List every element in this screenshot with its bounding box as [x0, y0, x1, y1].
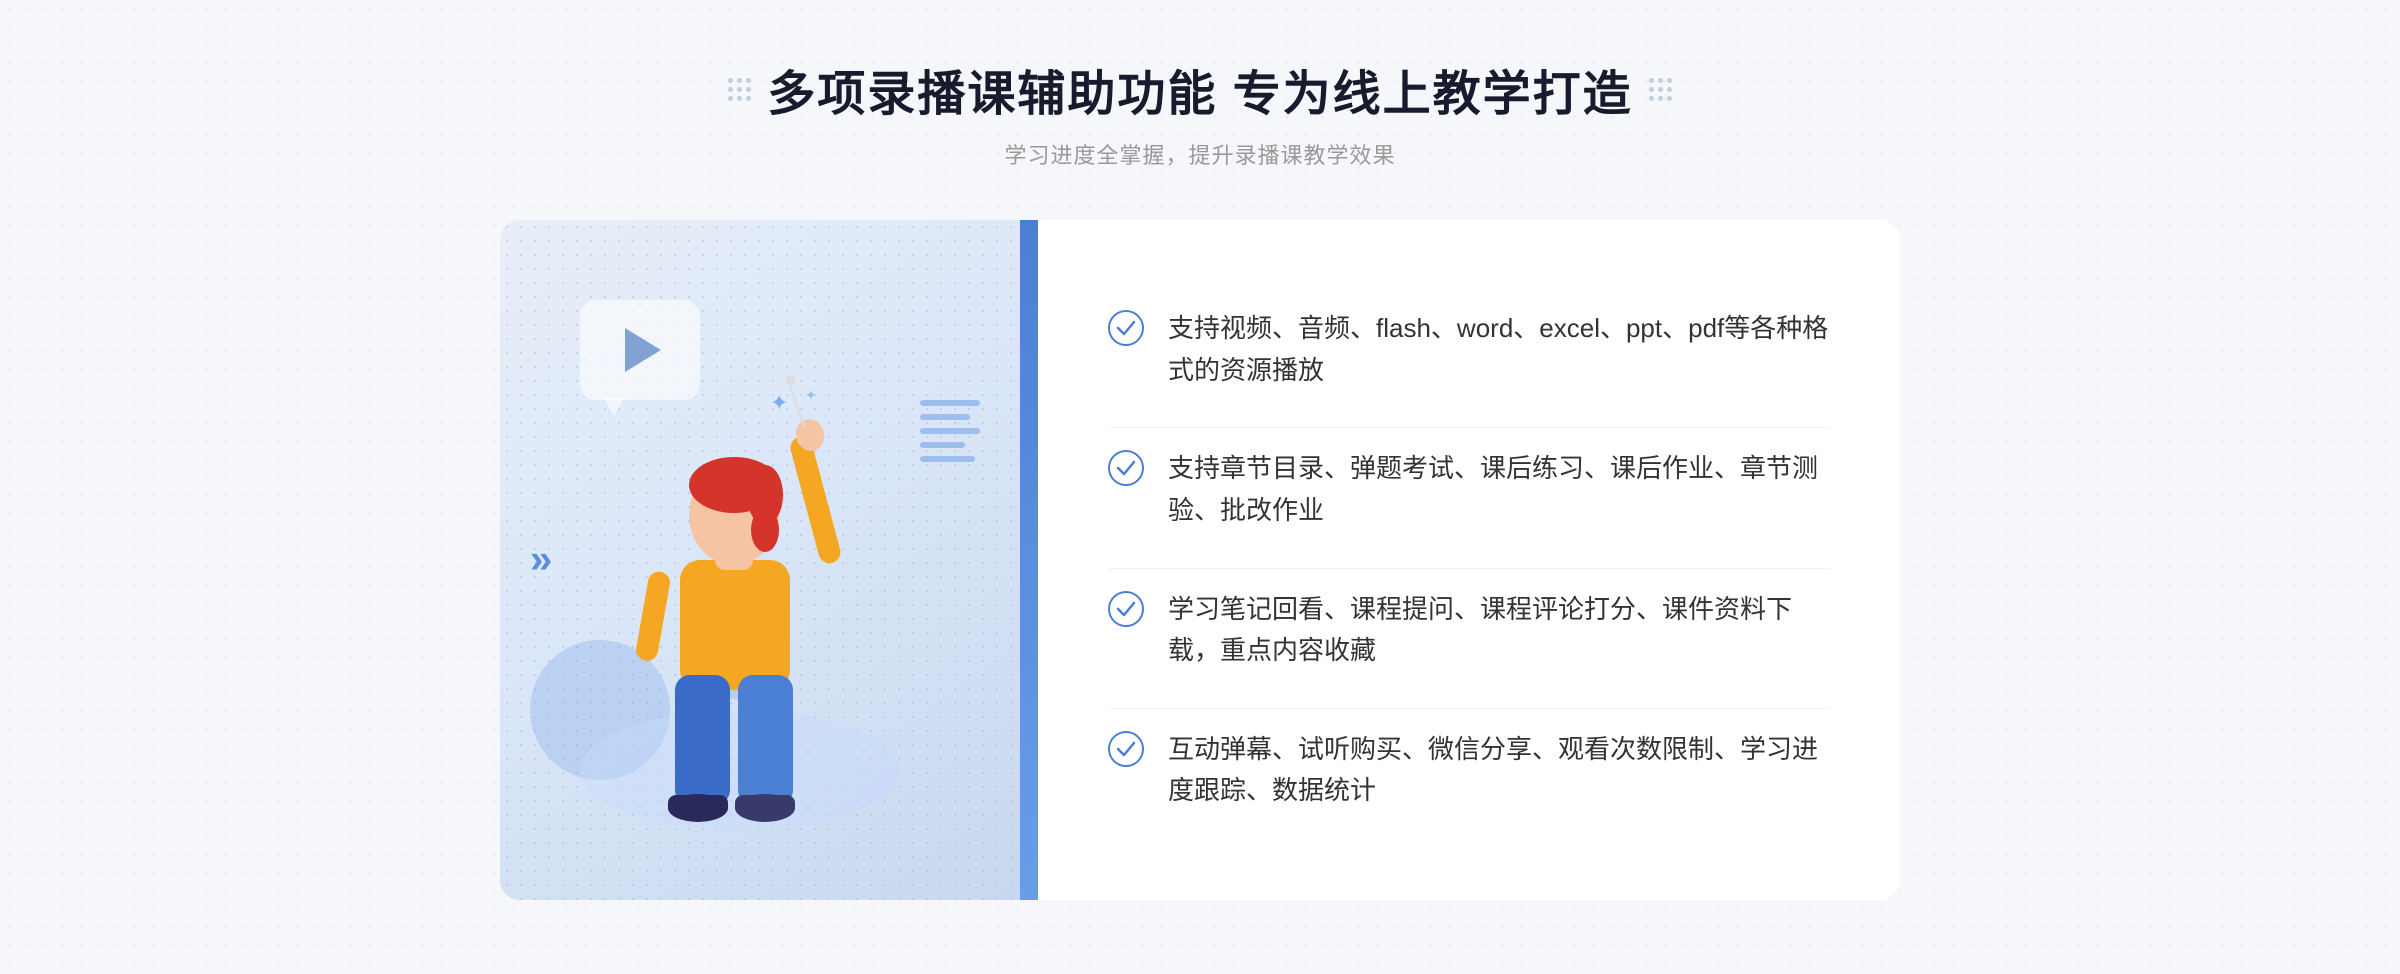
- check-icon-3: [1108, 591, 1144, 627]
- feature-item-3: 学习笔记回看、课程提问、课程评论打分、课件资料下载，重点内容收藏: [1108, 568, 1830, 692]
- check-icon-2: [1108, 450, 1144, 486]
- feature-text-4: 互动弹幕、试听购买、微信分享、观看次数限制、学习进度跟踪、数据统计: [1168, 729, 1830, 812]
- left-arrow-decoration: »: [530, 538, 552, 583]
- feature-item-4: 互动弹幕、试听购买、微信分享、观看次数限制、学习进度跟踪、数据统计: [1108, 708, 1830, 832]
- illustration-card: ✦ ✦: [500, 220, 1020, 900]
- features-card: 支持视频、音频、flash、word、excel、ppt、pdf等各种格式的资源…: [1038, 220, 1900, 900]
- title-row: 多项录播课辅助功能 专为线上教学打造: [728, 54, 1671, 124]
- content-section: ✦ ✦ 支持视频、音频、flash、word、excel、ppt、pdf等各种格…: [500, 220, 1900, 900]
- content-wrapper: »: [500, 220, 1900, 900]
- dots-decoration-left: [728, 78, 751, 101]
- page-wrapper: 多项录播课辅助功能 专为线上教学打造 学习进度全掌握，提升录播课教学效果 »: [0, 0, 2400, 974]
- feature-text-3: 学习笔记回看、课程提问、课程评论打分、课件资料下载，重点内容收藏: [1168, 589, 1830, 672]
- header-section: 多项录播课辅助功能 专为线上教学打造 学习进度全掌握，提升录播课教学效果: [728, 54, 1671, 170]
- subtitle: 学习进度全掌握，提升录播课教学效果: [728, 138, 1671, 170]
- feature-item-2: 支持章节目录、弹题考试、课后练习、课后作业、章节测验、批改作业: [1108, 427, 1830, 551]
- feature-text-1: 支持视频、音频、flash、word、excel、ppt、pdf等各种格式的资源…: [1168, 308, 1830, 391]
- check-icon-1: [1108, 310, 1144, 346]
- feature-text-2: 支持章节目录、弹题考试、课后练习、课后作业、章节测验、批改作业: [1168, 448, 1830, 531]
- dots-decoration-right: [1649, 78, 1672, 101]
- svg-text:✦: ✦: [770, 390, 788, 415]
- svg-text:✦: ✦: [805, 387, 817, 403]
- blue-connector-bar: [1020, 220, 1038, 900]
- main-title: 多项录播课辅助功能 专为线上教学打造: [767, 54, 1632, 124]
- person-illustration: ✦ ✦: [550, 340, 930, 900]
- feature-item-1: 支持视频、音频、flash、word、excel、ppt、pdf等各种格式的资源…: [1108, 288, 1830, 411]
- check-icon-4: [1108, 731, 1144, 767]
